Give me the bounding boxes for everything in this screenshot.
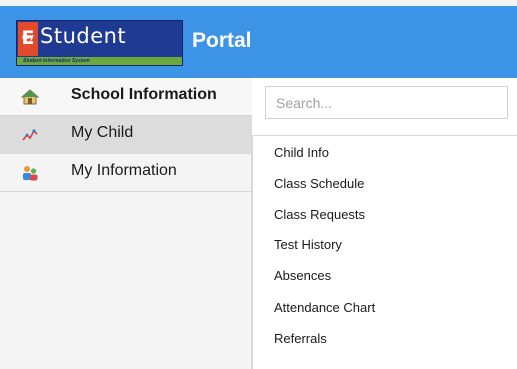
sidebar-item-label: My Child (71, 124, 134, 141)
portal-title: Portal (192, 29, 252, 52)
app-header: E my Student Student Information System … (0, 6, 517, 78)
search-input[interactable] (265, 86, 508, 119)
menu-item-absences[interactable]: Absences (274, 268, 331, 283)
logo-tagline: Student Information System (17, 57, 182, 65)
menu-item-class-requests[interactable]: Class Requests (274, 207, 365, 222)
sidebar-item-my-child[interactable]: My Child (0, 116, 252, 154)
sidebar-item-school-information[interactable]: School Information (0, 78, 252, 116)
school-house-icon (21, 89, 39, 105)
logo-badge: E my (18, 22, 38, 56)
submenu-panel: Child Info Class Schedule Class Requests… (252, 78, 517, 369)
mystudent-logo[interactable]: E my Student Student Information System (16, 20, 183, 66)
menu-item-test-history[interactable]: Test History (274, 237, 342, 252)
sidebar-item-label: My Information (71, 162, 177, 179)
submenu-list: Child Info Class Schedule Class Requests… (252, 135, 517, 369)
menu-item-attendance-chart[interactable]: Attendance Chart (274, 300, 375, 315)
logo-wordmark: Student (40, 24, 127, 48)
menu-item-child-info[interactable]: Child Info (274, 145, 329, 160)
sidebar-item-label: School Information (71, 86, 217, 103)
menu-item-referrals[interactable]: Referrals (274, 331, 327, 346)
menu-item-class-schedule[interactable]: Class Schedule (274, 176, 364, 191)
sidebar: School Information My Child My Informati… (0, 78, 252, 369)
logo-badge-small: my (22, 33, 34, 41)
child-chart-icon (22, 129, 38, 141)
sidebar-item-my-information[interactable]: My Information (0, 154, 252, 192)
users-icon (23, 166, 38, 181)
